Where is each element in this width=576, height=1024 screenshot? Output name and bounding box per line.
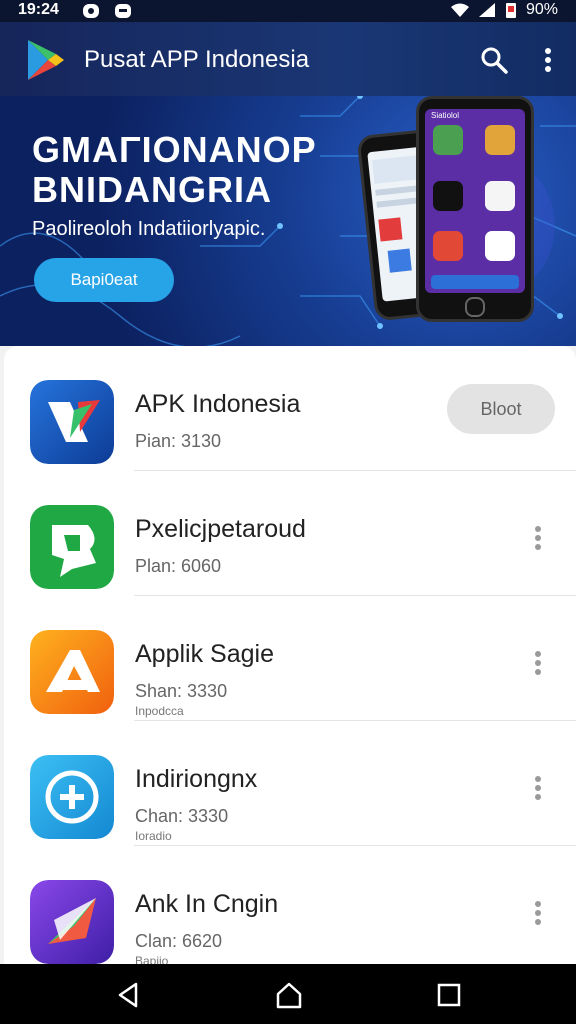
- status-time: 19:24: [18, 1, 59, 18]
- more-options-icon[interactable]: [526, 523, 550, 559]
- notification-icon: [83, 4, 99, 18]
- list-item[interactable]: APK Indonesia Pian: 3130 Bloot: [4, 346, 576, 471]
- phone-screen-header: Siatiolol: [431, 111, 460, 120]
- promo-banner[interactable]: GMAΓIONANOP BNIDANGRIA Paolireoloh Indat…: [0, 96, 576, 346]
- more-options-icon[interactable]: [526, 648, 550, 684]
- list-item[interactable]: Pxelicjpetaroud Plan: 6060: [4, 471, 576, 596]
- back-icon[interactable]: [114, 980, 144, 1010]
- search-icon[interactable]: [478, 44, 510, 76]
- app-meta: Pian: 3130: [135, 431, 222, 451]
- app-meta: Shan: 3330: [135, 681, 228, 701]
- app-meta: Chan: 3330: [135, 806, 229, 826]
- list-item[interactable]: Indiriongnx Chan: 3330 Ioradio: [4, 721, 576, 846]
- app-meta: Plan: 6060: [135, 556, 222, 576]
- app-extra: Bapiio: [135, 954, 169, 964]
- list-item[interactable]: Ank In Cngin Clan: 6620 Bapiio: [4, 846, 576, 964]
- app-bar: Pusat APP Indonesia: [0, 22, 576, 96]
- list-item[interactable]: Applik Sagie Shan: 3330 Inpodcca: [4, 596, 576, 721]
- app-list: APK Indonesia Pian: 3130 Bloot Pxelicjpe…: [4, 346, 576, 964]
- more-options-icon[interactable]: [532, 44, 564, 76]
- app-name: Indiriongnx: [135, 765, 258, 793]
- app-name: APK Indonesia: [135, 390, 301, 418]
- message-icon: [115, 4, 131, 18]
- battery-percent: 90%: [525, 1, 558, 18]
- app-extra: Inpodcca: [135, 704, 184, 718]
- app-name: Pxelicjpetaroud: [135, 515, 306, 543]
- ank-in-cngin-icon: [30, 880, 114, 964]
- phone-app-icon: [485, 125, 515, 155]
- indiriongnx-icon: [30, 755, 114, 839]
- play-store-logo-icon: [28, 40, 64, 80]
- phone-app-icon: [433, 125, 463, 155]
- recents-icon[interactable]: [434, 980, 464, 1010]
- wifi-icon: [450, 3, 469, 17]
- phone-app-icon: [485, 231, 515, 261]
- signal-icon: [478, 3, 495, 17]
- status-bar: 19:24 90%: [0, 0, 576, 22]
- more-options-icon[interactable]: [526, 773, 550, 809]
- banner-cta-button[interactable]: Bapi0eat: [34, 258, 174, 302]
- phone-mockup-front: Siatiolol: [416, 96, 534, 322]
- phone-app-icon: [485, 181, 515, 211]
- banner-headline-line2: BNIDANGRIA: [32, 169, 272, 210]
- banner-headline: GMAΓIONANOP BNIDANGRIA: [32, 130, 362, 210]
- pxelicjpetaroud-icon: [30, 505, 114, 589]
- app-name: Applik Sagie: [135, 640, 274, 668]
- banner-headline-line1: GMAΓIONANOP: [32, 129, 317, 170]
- app-title: Pusat APP Indonesia: [84, 46, 310, 73]
- app-name: Ank In Cngin: [135, 890, 279, 918]
- home-icon[interactable]: [274, 980, 304, 1010]
- app-meta: Clan: 6620: [135, 931, 223, 951]
- app-extra: Ioradio: [135, 829, 172, 843]
- phone-app-icon: [433, 181, 463, 211]
- applik-sagie-icon: [30, 630, 114, 714]
- apk-indonesia-icon: [30, 380, 114, 464]
- phone-app-icon: [433, 231, 463, 261]
- app-action-button[interactable]: Bloot: [447, 384, 555, 434]
- system-nav-bar: [0, 964, 576, 1024]
- more-options-icon[interactable]: [526, 898, 550, 934]
- banner-subtitle: Paolireoloh Indatiiorlyapic.: [32, 218, 266, 240]
- battery-icon: [505, 3, 516, 18]
